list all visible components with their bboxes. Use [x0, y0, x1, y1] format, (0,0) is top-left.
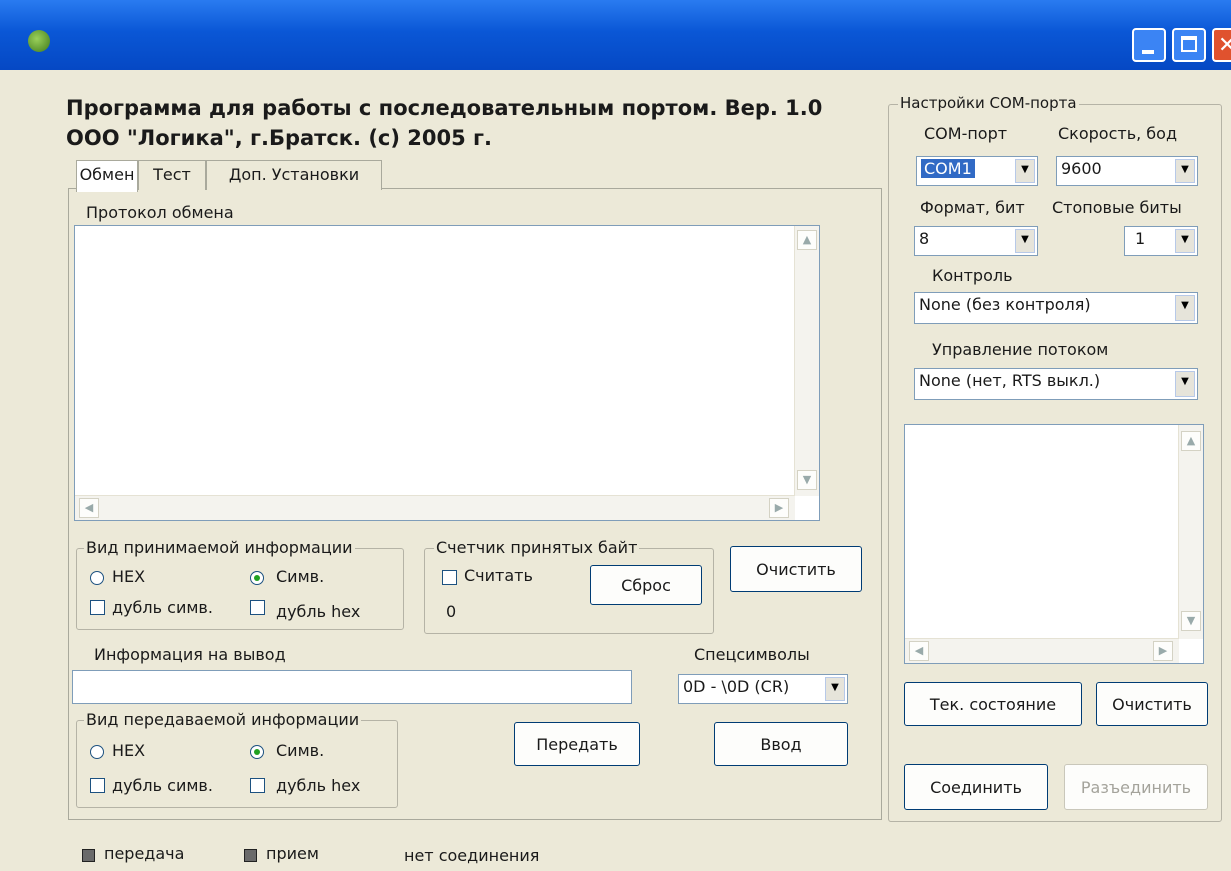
send-dup-sym-checkbox[interactable]: [90, 778, 105, 793]
rx-label: прием: [266, 844, 319, 863]
com-port-label: COM-порт: [924, 124, 1008, 143]
enter-button[interactable]: Ввод: [714, 722, 848, 766]
chevron-down-icon[interactable]: ▼: [1015, 229, 1035, 253]
current-state-button[interactable]: Тек. состояние: [904, 682, 1082, 726]
send-hex-radio[interactable]: [90, 745, 104, 759]
baud-rate-label: Скорость, бод: [1058, 124, 1178, 143]
protocol-hscrollbar[interactable]: ◀ ▶: [75, 495, 795, 520]
clear-status-button[interactable]: Очистить: [1096, 682, 1208, 726]
stop-bits-select[interactable]: 1 ▼: [1124, 226, 1198, 256]
baud-rate-select[interactable]: 9600 ▼: [1056, 156, 1198, 186]
scroll-left-icon[interactable]: ◀: [79, 498, 99, 518]
count-checkbox[interactable]: [442, 570, 457, 585]
send-group-title: Вид передаваемой информации: [84, 710, 362, 729]
data-bits-label: Формат, бит: [920, 198, 1025, 217]
scroll-down-icon[interactable]: ▼: [1181, 611, 1201, 631]
flow-control-value: None (нет, RTS выкл.): [919, 371, 1101, 390]
count-label: Считать: [464, 566, 533, 585]
data-bits-select[interactable]: 8 ▼: [914, 226, 1038, 256]
special-chars-label: Спецсимволы: [694, 645, 810, 664]
scroll-up-icon[interactable]: ▲: [1181, 431, 1201, 451]
send-button[interactable]: Передать: [514, 722, 640, 766]
minimize-icon: [1142, 50, 1154, 54]
receive-hex-label: HEX: [112, 567, 146, 586]
scroll-down-icon[interactable]: ▼: [797, 470, 817, 490]
tab-exchange[interactable]: Обмен: [76, 160, 138, 192]
receive-hex-radio[interactable]: [90, 571, 104, 585]
baud-rate-value: 9600: [1061, 159, 1102, 178]
special-chars-select[interactable]: 0D - \0D (CR) ▼: [678, 674, 848, 704]
port-status-log[interactable]: ▲ ▼ ◀ ▶: [904, 424, 1204, 664]
program-title: Программа для работы с последовательным …: [66, 96, 823, 120]
stop-bits-label: Стоповые биты: [1052, 198, 1182, 217]
byte-counter-title: Счетчик принятых байт: [434, 538, 640, 557]
scroll-right-icon[interactable]: ▶: [1153, 641, 1173, 661]
com-port-select[interactable]: COM1 ▼: [916, 156, 1038, 186]
close-button[interactable]: ✕: [1212, 28, 1231, 62]
tab-extra-settings[interactable]: Доп. Установки: [206, 160, 382, 190]
minimize-button[interactable]: [1132, 28, 1166, 62]
tx-indicator-icon: [82, 849, 95, 862]
status-vscrollbar[interactable]: ▲ ▼: [1178, 425, 1203, 639]
receive-sym-radio[interactable]: [250, 571, 264, 585]
send-dup-hex-checkbox[interactable]: [250, 778, 265, 793]
tab-test[interactable]: Тест: [138, 160, 206, 190]
chevron-down-icon[interactable]: ▼: [1175, 295, 1195, 321]
send-sym-label: Симв.: [276, 741, 325, 760]
disconnect-button[interactable]: Разъединить: [1064, 764, 1208, 810]
rx-indicator-icon: [244, 849, 257, 862]
scroll-right-icon[interactable]: ▶: [769, 498, 789, 518]
parity-value: None (без контроля): [919, 295, 1091, 314]
send-dup-hex-label: дубль hex: [276, 776, 361, 795]
maximize-icon: [1181, 36, 1197, 52]
app-icon[interactable]: [28, 30, 50, 52]
maximize-button[interactable]: [1172, 28, 1206, 62]
receive-dup-hex-label: дубль hex: [276, 602, 361, 621]
status-hscrollbar[interactable]: ◀ ▶: [905, 638, 1179, 663]
reset-counter-button[interactable]: Сброс: [590, 565, 702, 605]
receive-dup-sym-checkbox[interactable]: [90, 600, 105, 615]
tx-label: передача: [104, 844, 185, 863]
scroll-up-icon[interactable]: ▲: [797, 230, 817, 250]
clear-log-button[interactable]: Очистить: [730, 546, 862, 592]
connect-button[interactable]: Соединить: [904, 764, 1048, 810]
com-port-value: COM1: [921, 159, 975, 178]
chevron-down-icon[interactable]: ▼: [1015, 159, 1035, 183]
parity-select[interactable]: None (без контроля) ▼: [914, 292, 1198, 324]
chevron-down-icon[interactable]: ▼: [1175, 371, 1195, 397]
send-hex-label: HEX: [112, 741, 146, 760]
byte-counter-value: 0: [446, 602, 457, 621]
special-chars-value: 0D - \0D (CR): [683, 677, 790, 696]
flow-control-select[interactable]: None (нет, RTS выкл.) ▼: [914, 368, 1198, 400]
com-settings-title: Настройки COM-порта: [898, 94, 1079, 112]
protocol-label: Протокол обмена: [86, 203, 234, 222]
send-sym-radio[interactable]: [250, 745, 264, 759]
protocol-vscrollbar[interactable]: ▲ ▼: [794, 226, 819, 496]
output-input[interactable]: [72, 670, 632, 704]
title-bar: ✕: [0, 0, 1231, 70]
receive-dup-hex-checkbox[interactable]: [250, 600, 265, 615]
stop-bits-value: 1: [1135, 229, 1146, 248]
receive-group-title: Вид принимаемой информации: [84, 538, 355, 557]
protocol-log[interactable]: ▲ ▼ ◀ ▶: [74, 225, 820, 521]
chevron-down-icon[interactable]: ▼: [825, 677, 845, 701]
output-label: Информация на вывод: [94, 645, 286, 664]
chevron-down-icon[interactable]: ▼: [1175, 159, 1195, 183]
scroll-left-icon[interactable]: ◀: [909, 641, 929, 661]
receive-dup-sym-label: дубль симв.: [112, 598, 213, 617]
parity-label: Контроль: [932, 266, 1013, 285]
chevron-down-icon[interactable]: ▼: [1175, 229, 1195, 253]
close-icon: ✕: [1218, 33, 1231, 58]
status-bar: передача прием нет соединения: [0, 830, 1231, 871]
data-bits-value: 8: [919, 229, 930, 248]
connection-status: нет соединения: [404, 846, 540, 865]
company-title: ООО "Логика", г.Братск. (с) 2005 г.: [66, 126, 492, 150]
receive-sym-label: Симв.: [276, 567, 325, 586]
send-dup-sym-label: дубль симв.: [112, 776, 213, 795]
flow-control-label: Управление потоком: [932, 340, 1109, 359]
